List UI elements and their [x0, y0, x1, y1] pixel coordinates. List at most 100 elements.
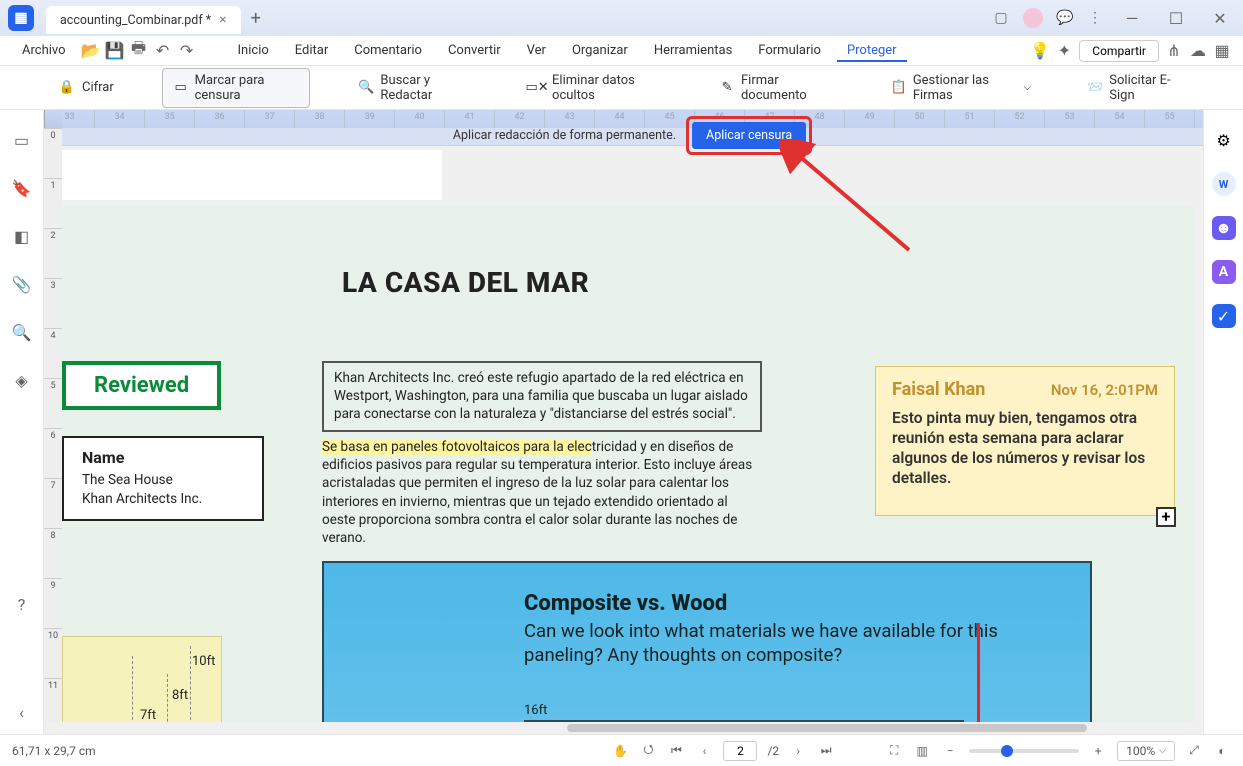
reading-mode-icon[interactable]: ◐	[1213, 742, 1231, 760]
minimize-button[interactable]: —	[1117, 3, 1147, 33]
horizontal-scrollbar[interactable]	[46, 722, 1203, 734]
account-icon[interactable]	[1023, 8, 1043, 28]
menu-inicio[interactable]: Inicio	[228, 39, 279, 62]
prev-page-edge	[62, 150, 442, 200]
bookmarks-icon[interactable]: 🔖	[12, 178, 32, 198]
help-icon[interactable]: ?	[12, 594, 32, 614]
close-button[interactable]: ✕	[1205, 3, 1235, 33]
menubar: Archivo 📂 💾 🖶 ↶ ↷ Inicio Editar Comentar…	[0, 36, 1243, 66]
tool-gestionar-firmas[interactable]: 📋Gestionar las Firmas⌵	[883, 69, 1039, 107]
menu-editar[interactable]: Editar	[285, 39, 339, 62]
menu-proteger[interactable]: Proteger	[837, 39, 907, 62]
settings-slider-icon[interactable]: ⚙	[1212, 128, 1236, 152]
share-button[interactable]: Compartir	[1079, 40, 1159, 62]
thumbnails-icon[interactable]: ▭	[12, 130, 32, 150]
search-icon[interactable]: 🔍	[12, 322, 32, 342]
sky-dim-16: 16ft	[524, 703, 964, 722]
zoom-percent[interactable]: 100% ⌵	[1117, 741, 1175, 761]
open-icon[interactable]: 📂	[82, 42, 100, 60]
menu-organizar[interactable]: Organizar	[562, 39, 638, 62]
select-tool-icon[interactable]: ⭯	[639, 742, 657, 760]
zoom-out-icon[interactable]: −	[941, 742, 959, 760]
bulb-icon[interactable]: 💡	[1031, 42, 1049, 60]
close-icon[interactable]: ×	[219, 12, 226, 28]
fit-width-icon[interactable]: ⛶	[885, 742, 903, 760]
chevron-left-icon[interactable]: ‹	[12, 702, 32, 722]
grid-icon[interactable]: ▦	[1213, 42, 1231, 60]
page-total: /2	[767, 744, 779, 758]
pdf-page[interactable]: LA CASA DEL MAR Reviewed Name The Sea Ho…	[62, 206, 1195, 734]
prev-page-icon[interactable]: ‹	[695, 742, 713, 760]
menu-herramientas[interactable]: Herramientas	[644, 39, 742, 62]
elevation-diagram: 10ft 8ft 7ft	[62, 596, 262, 734]
vertical-ruler: 01234567891011	[44, 128, 62, 734]
redaction-notice-bar: Aplicar redacción de forma permanente. A…	[62, 110, 1203, 146]
last-page-icon[interactable]: ⏭	[817, 742, 835, 760]
cursor-coords: 61,71 x 29,7 cm	[12, 744, 96, 758]
second-paragraph[interactable]: Se basa en paneles fotovoltaicos para la…	[322, 438, 762, 547]
esign-icon: 📨	[1087, 79, 1103, 97]
share-nodes-icon[interactable]: ⋔	[1165, 42, 1183, 60]
tool-eliminar-ocultos[interactable]: ▭✕Eliminar datos ocultos	[520, 69, 671, 107]
menu-convertir[interactable]: Convertir	[438, 39, 511, 62]
zoom-in-icon[interactable]: +	[1089, 742, 1107, 760]
tool-esign[interactable]: 📨Solicitar E-Sign	[1079, 69, 1193, 107]
right-sidebar: ⚙ W ☻ A ✓	[1203, 110, 1243, 734]
document-tab[interactable]: accounting_Combinar.pdf * ×	[46, 6, 241, 34]
comment-date: Nov 16, 2:01PM	[1051, 381, 1158, 399]
page-number-input[interactable]	[723, 741, 757, 761]
first-page-icon[interactable]: ⏮	[667, 742, 685, 760]
redact-icon: ▭	[173, 79, 189, 97]
menu-formulario[interactable]: Formulario	[748, 39, 831, 62]
hidden-data-icon: ▭✕	[528, 79, 546, 97]
check-icon[interactable]: ✓	[1212, 304, 1236, 328]
cloud-icon[interactable]: ☁	[1189, 42, 1207, 60]
maximize-button[interactable]: ☐	[1161, 3, 1191, 33]
next-page-icon[interactable]: ›	[789, 742, 807, 760]
print-icon[interactable]: 🖶	[130, 42, 148, 60]
redaction-text: Aplicar redacción de forma permanente.	[453, 128, 676, 143]
more-icon[interactable]: ⋮	[1087, 10, 1103, 26]
tool-firmar[interactable]: ✎Firmar documento	[711, 69, 842, 107]
comment-note[interactable]: Faisal Khan Nov 16, 2:01PM Esto pinta mu…	[875, 366, 1175, 516]
hand-tool-icon[interactable]: ✋	[611, 742, 629, 760]
zoom-slider[interactable]	[969, 749, 1079, 753]
document-canvas[interactable]: 3334353637383940414243444546474849505152…	[44, 110, 1203, 734]
name-label: Name	[82, 448, 202, 467]
app-logo[interactable]: ▦	[8, 5, 34, 31]
tool-marcar-censura[interactable]: ▭Marcar para censura	[162, 68, 310, 108]
panel-icon[interactable]: ◧	[12, 226, 32, 246]
view-mode-icon[interactable]: ▥	[913, 742, 931, 760]
manage-sign-icon: 📋	[891, 79, 907, 97]
expand-icon[interactable]: +	[1156, 507, 1176, 527]
reviewed-stamp: Reviewed	[62, 361, 221, 410]
annotation-arrow	[779, 140, 919, 260]
titlebar: ▦ accounting_Combinar.pdf * × + ▢ 💬 ⋮ — …	[0, 0, 1243, 36]
star-icon[interactable]: ✦	[1055, 42, 1073, 60]
intro-paragraph[interactable]: Khan Architects Inc. creó este refugio a…	[322, 361, 762, 432]
ai-tool-icon[interactable]: A	[1212, 260, 1236, 284]
menu-comentario[interactable]: Comentario	[344, 39, 432, 62]
sky-subtitle: Can we look into what materials we have …	[524, 619, 1004, 667]
sky-title: Composite vs. Wood	[524, 591, 727, 616]
name-line2: Khan Architects Inc.	[82, 490, 202, 509]
save-icon[interactable]: 💾	[106, 42, 124, 60]
redo-icon[interactable]: ↷	[178, 42, 196, 60]
fit-page-icon[interactable]: ⤢	[1185, 742, 1203, 760]
name-line1: The Sea House	[82, 471, 202, 490]
layers-icon[interactable]: ◈	[12, 370, 32, 390]
search-redact-icon: 🔍	[358, 79, 374, 97]
window-icon[interactable]: ▢	[993, 10, 1009, 26]
lock-icon: 🔒	[58, 79, 76, 97]
new-tab-button[interactable]: +	[251, 8, 261, 29]
word-export-icon[interactable]: W	[1212, 172, 1236, 196]
ai-chat-icon[interactable]: ☻	[1212, 216, 1236, 240]
protect-toolbar: 🔒Cifrar ▭Marcar para censura 🔍Buscar y R…	[0, 66, 1243, 110]
tool-buscar-redactar[interactable]: 🔍Buscar y Redactar	[350, 69, 480, 107]
menu-file[interactable]: Archivo	[12, 39, 76, 62]
chat-icon[interactable]: 💬	[1057, 10, 1073, 26]
undo-icon[interactable]: ↶	[154, 42, 172, 60]
menu-ver[interactable]: Ver	[517, 39, 556, 62]
attachments-icon[interactable]: 📎	[12, 274, 32, 294]
tool-cifrar[interactable]: 🔒Cifrar	[50, 75, 122, 101]
